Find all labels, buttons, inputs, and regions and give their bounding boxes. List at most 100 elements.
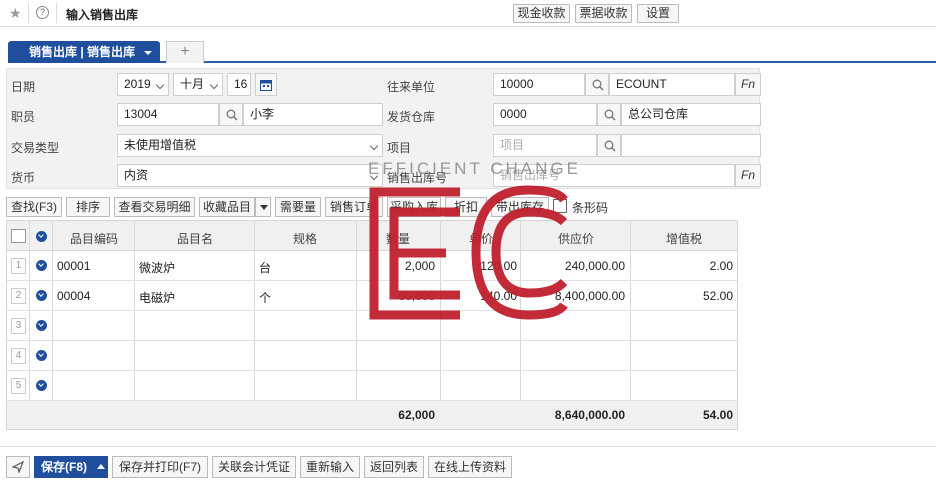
doc-no-fn-button[interactable]: Fn bbox=[735, 164, 761, 187]
project-search-button[interactable] bbox=[597, 134, 621, 157]
unit-price-cell[interactable]: 140.00 bbox=[441, 289, 517, 303]
chevron-down-icon bbox=[155, 80, 165, 90]
project-name-input[interactable] bbox=[621, 134, 761, 157]
currency-value: 内资 bbox=[124, 168, 149, 182]
day-input[interactable]: 16 bbox=[227, 73, 251, 96]
barcode-checkbox[interactable] bbox=[553, 199, 567, 213]
col-spec[interactable]: 规格 bbox=[255, 230, 355, 247]
currency-select[interactable]: 内资 bbox=[117, 164, 383, 187]
favorite-star-icon[interactable]: ★ bbox=[9, 5, 22, 22]
send-button[interactable] bbox=[6, 456, 30, 478]
help-icon[interactable]: ? bbox=[36, 6, 49, 19]
calendar-button[interactable] bbox=[255, 73, 277, 96]
download-icon[interactable] bbox=[36, 260, 47, 271]
trade-type-label: 交易类型 bbox=[11, 141, 60, 155]
partner-name-input[interactable]: ECOUNT bbox=[609, 73, 735, 96]
partner-fn-button[interactable]: Fn bbox=[735, 73, 761, 96]
table-row[interactable]: 5 bbox=[7, 371, 737, 401]
project-input[interactable]: 项目 bbox=[493, 134, 597, 157]
supply-price-cell[interactable]: 240,000.00 bbox=[521, 259, 625, 273]
add-tab-button[interactable]: + bbox=[166, 41, 204, 63]
download-icon[interactable] bbox=[36, 350, 47, 361]
cash-receipt-button[interactable]: 现金收款 bbox=[513, 4, 570, 23]
download-icon[interactable] bbox=[36, 380, 47, 391]
caret-up-icon[interactable] bbox=[97, 464, 105, 469]
select-all-checkbox[interactable] bbox=[11, 229, 26, 243]
grid-header: 品目编码 品目名 规格 数量 单价 供应价 增值税 bbox=[7, 221, 737, 251]
purchase-inbound-button[interactable]: 采购入库 bbox=[387, 197, 441, 217]
total-vat: 54.00 bbox=[702, 408, 733, 422]
requirement-button[interactable]: 需要量 bbox=[275, 197, 321, 217]
supply-price-cell[interactable]: 8,400,000.00 bbox=[521, 289, 625, 303]
tab-sales-outbound[interactable]: 销售出库 | 销售出库 bbox=[8, 41, 160, 63]
favorite-items-button[interactable]: 收藏品目 bbox=[199, 197, 255, 217]
vat-cell[interactable]: 52.00 bbox=[631, 289, 733, 303]
item-code-cell[interactable]: 00001 bbox=[57, 259, 90, 273]
currency-label: 货币 bbox=[11, 171, 36, 185]
discount-button[interactable]: 折扣 bbox=[445, 197, 487, 217]
table-row[interactable]: 3 bbox=[7, 311, 737, 341]
sort-button[interactable]: 排序 bbox=[66, 197, 110, 217]
col-item-name[interactable]: 品目名 bbox=[135, 230, 255, 247]
staff-code-input[interactable]: 13004 bbox=[117, 103, 219, 126]
col-item-code[interactable]: 品目编码 bbox=[53, 230, 135, 247]
row-number: 3 bbox=[11, 318, 26, 334]
download-icon[interactable] bbox=[36, 320, 47, 331]
item-code-cell[interactable]: 00004 bbox=[57, 289, 90, 303]
col-qty[interactable]: 数量 bbox=[357, 230, 439, 247]
table-row[interactable]: 2 00004 电磁炉 个 60,000 140.00 8,400,000.00… bbox=[7, 281, 737, 311]
view-trade-detail-button[interactable]: 查看交易明细 bbox=[114, 197, 195, 217]
warehouse-code-input[interactable]: 0000 bbox=[493, 103, 597, 126]
find-button[interactable]: 查找(F3) bbox=[6, 197, 62, 217]
caret-down-icon[interactable] bbox=[144, 51, 152, 55]
link-voucher-button[interactable]: 关联会计凭证 bbox=[212, 456, 296, 478]
table-row[interactable]: 4 bbox=[7, 341, 737, 371]
col-vat[interactable]: 增值税 bbox=[631, 230, 737, 247]
row-number: 4 bbox=[11, 348, 26, 364]
staff-name-input[interactable]: 小李 bbox=[243, 103, 383, 126]
save-button[interactable]: 保存(F8) bbox=[34, 456, 108, 478]
save-and-print-button[interactable]: 保存并打印(F7) bbox=[112, 456, 208, 478]
spec-cell[interactable]: 台 bbox=[259, 259, 271, 276]
search-icon bbox=[604, 140, 616, 152]
warehouse-label: 发货仓库 bbox=[387, 110, 436, 124]
reenter-button[interactable]: 重新输入 bbox=[300, 456, 360, 478]
qty-cell[interactable]: 60,000 bbox=[357, 289, 435, 303]
header-divider bbox=[56, 3, 57, 23]
vat-cell[interactable]: 2.00 bbox=[631, 259, 733, 273]
download-icon[interactable] bbox=[36, 290, 47, 301]
upload-online-button[interactable]: 在线上传资料 bbox=[428, 456, 512, 478]
partner-code-input[interactable]: 10000 bbox=[493, 73, 585, 96]
partner-search-button[interactable] bbox=[585, 73, 609, 96]
page-header: ★ ? 输入销售出库 现金收款 票据收款 设置 bbox=[0, 0, 936, 27]
search-icon bbox=[226, 109, 238, 121]
col-unit-price[interactable]: 单价 bbox=[441, 230, 521, 247]
spec-cell[interactable]: 个 bbox=[259, 289, 271, 306]
sales-order-button[interactable]: 销售订单 bbox=[325, 197, 383, 217]
warehouse-name-input[interactable]: 总公司仓库 bbox=[621, 103, 761, 126]
watermark-text: EFFICIENT CHANGE bbox=[368, 159, 581, 178]
trade-type-value: 未使用增值税 bbox=[124, 138, 197, 152]
table-row[interactable]: 1 00001 微波炉 台 2,000 120.00 240,000.00 2.… bbox=[7, 251, 737, 281]
partner-label: 往来单位 bbox=[387, 80, 436, 94]
trade-type-select[interactable]: 未使用增值税 bbox=[117, 134, 383, 157]
note-receipt-button[interactable]: 票据收款 bbox=[575, 4, 632, 23]
item-name-cell[interactable]: 电磁炉 bbox=[139, 289, 175, 306]
year-select[interactable]: 2019 bbox=[117, 73, 169, 96]
back-to-list-button[interactable]: 返回列表 bbox=[364, 456, 424, 478]
col-supply-price[interactable]: 供应价 bbox=[521, 230, 631, 247]
item-name-cell[interactable]: 微波炉 bbox=[139, 259, 175, 276]
bring-stock-button[interactable]: 带出库存 bbox=[491, 197, 549, 217]
chevron-down-icon bbox=[369, 141, 379, 151]
warehouse-search-button[interactable] bbox=[597, 103, 621, 126]
download-icon[interactable] bbox=[36, 231, 47, 242]
calendar-icon bbox=[260, 80, 272, 91]
month-select[interactable]: 十月 bbox=[173, 73, 223, 96]
header-divider bbox=[28, 3, 29, 23]
settings-button[interactable]: 设置 bbox=[637, 4, 679, 23]
unit-price-cell[interactable]: 120.00 bbox=[441, 259, 517, 273]
qty-cell[interactable]: 2,000 bbox=[357, 259, 435, 273]
favorite-items-dropdown[interactable] bbox=[255, 197, 271, 217]
search-icon bbox=[604, 109, 616, 121]
staff-search-button[interactable] bbox=[219, 103, 243, 126]
